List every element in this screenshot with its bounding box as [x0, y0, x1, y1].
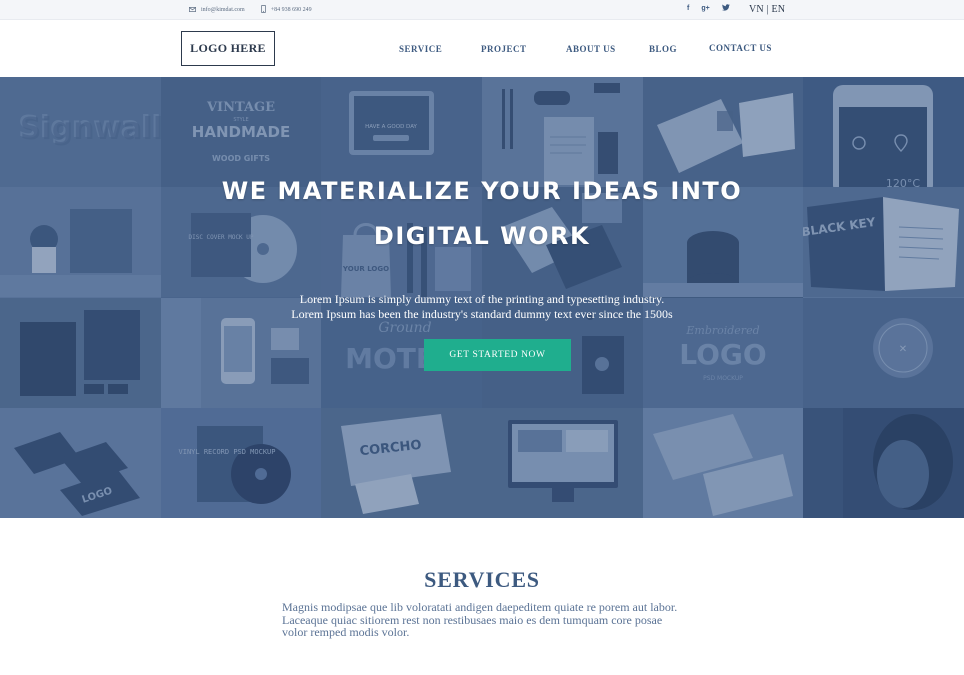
- logo[interactable]: LOGO HERE: [181, 31, 275, 66]
- services-title: SERVICES: [424, 567, 540, 592]
- twitter-icon[interactable]: [721, 4, 730, 13]
- get-started-button[interactable]: GET STARTED NOW: [424, 339, 571, 371]
- hero-subtitle-line1: Lorem Ipsum is simply dummy text of the …: [299, 292, 665, 306]
- social-links: f g+: [687, 4, 742, 13]
- nav-project[interactable]: PROJECT: [481, 44, 527, 54]
- email-text: info@kimdat.com: [201, 7, 245, 13]
- nav-contact-us[interactable]: CONTACT US: [709, 43, 772, 53]
- main-header: LOGO HERE SERVICE PROJECT ABOUT US BLOG …: [0, 20, 964, 77]
- nav-blog[interactable]: BLOG: [649, 44, 677, 54]
- language-switcher: VN | EN: [749, 4, 785, 15]
- hero-subtitle-line2: Lorem Ipsum has been the industry's stan…: [291, 307, 673, 321]
- nav-service[interactable]: SERVICE: [399, 44, 442, 54]
- nav-about-us[interactable]: ABOUT US: [566, 44, 616, 54]
- google-plus-icon[interactable]: g+: [701, 5, 709, 12]
- hero-section: Signwall Signwall VINTAGE STYLE HANDMADE…: [0, 77, 964, 518]
- lang-vn[interactable]: VN: [749, 4, 764, 15]
- lang-en[interactable]: EN: [771, 4, 785, 15]
- phone-item[interactable]: +84 938 690 249: [260, 5, 312, 15]
- email-item[interactable]: info@kimdat.com: [189, 6, 245, 14]
- contact-info: info@kimdat.com +84 938 690 249: [189, 5, 328, 15]
- envelope-icon: [189, 6, 196, 14]
- phone-text: +84 938 690 249: [270, 7, 312, 13]
- top-bar: info@kimdat.com +84 938 690 249 f g+ VN …: [0, 0, 964, 20]
- phone-icon: [260, 5, 266, 15]
- services-description: Magnis modipsae que lib voloratati andig…: [282, 600, 678, 639]
- hero-title-line1: WE MATERIALIZE YOUR IDEAS INTO: [221, 177, 743, 205]
- lang-separator: |: [766, 4, 769, 15]
- hero-title-line2: DIGITAL WORK: [373, 222, 591, 250]
- facebook-icon[interactable]: f: [687, 5, 689, 12]
